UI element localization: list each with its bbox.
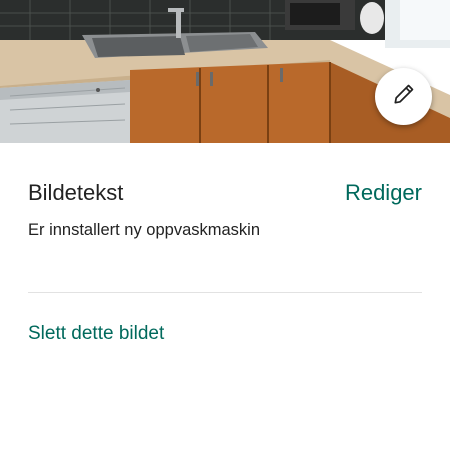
delete-photo-link[interactable]: Slett dette bildet (28, 323, 164, 345)
caption-text: Er innstallert ny oppvaskmaskin (28, 221, 261, 239)
edit-photo-button[interactable] (375, 68, 432, 125)
pencil-icon (391, 81, 417, 112)
kitchen-photo (0, 0, 450, 143)
edit-caption-link[interactable]: Rediger (345, 180, 422, 206)
divider (28, 292, 422, 293)
caption-heading: Bildetekst (28, 180, 124, 205)
